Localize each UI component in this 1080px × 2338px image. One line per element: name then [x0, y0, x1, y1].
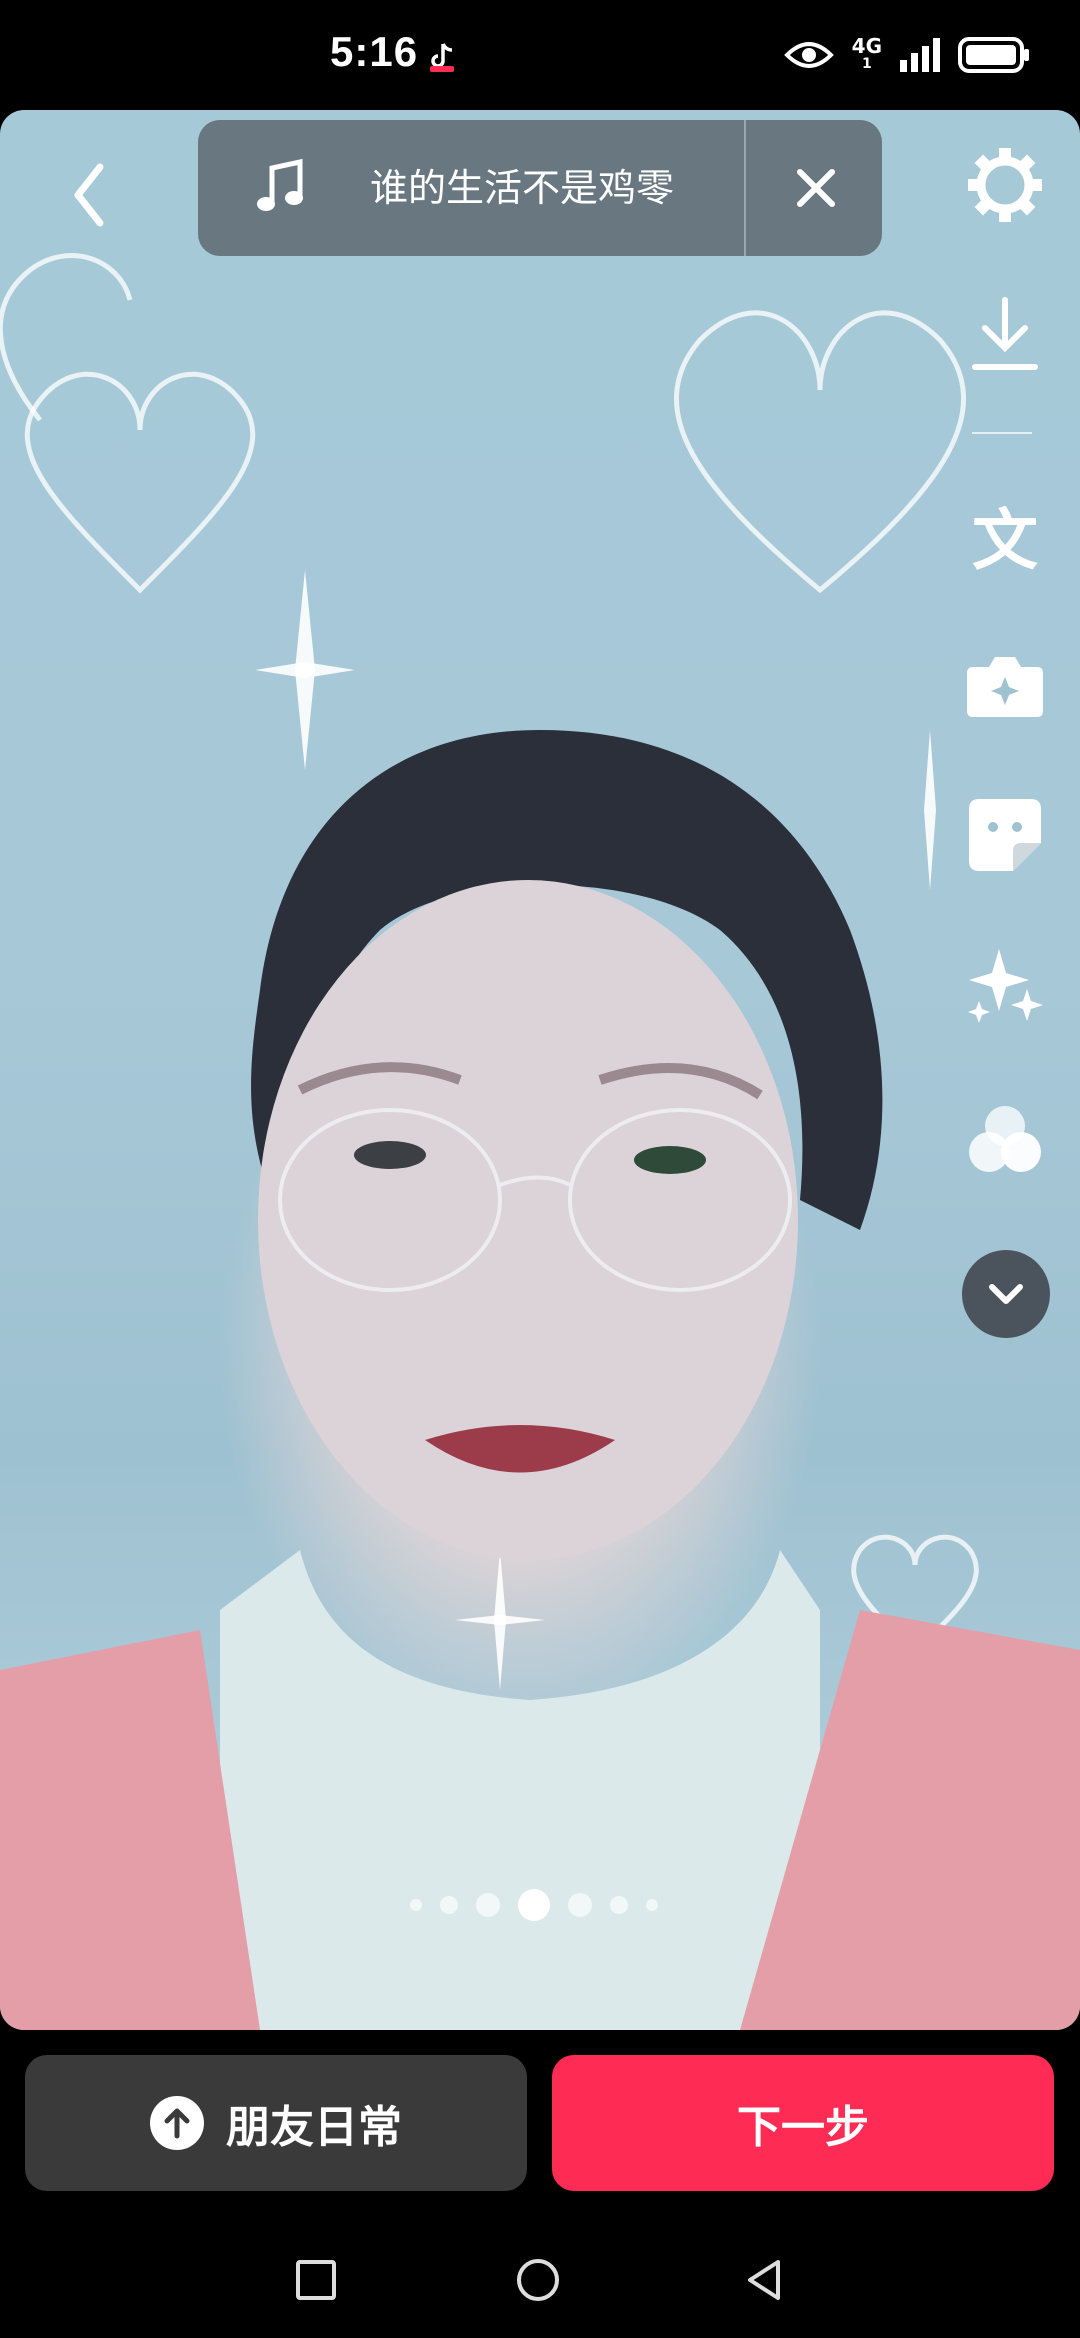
toolbar-divider	[972, 432, 1032, 434]
close-icon[interactable]	[788, 160, 844, 216]
back-nav-icon[interactable]	[742, 2258, 786, 2302]
system-nav-bar	[0, 2220, 1080, 2338]
page-dot	[410, 1899, 422, 1911]
music-title: 谁的生活不是鸡零	[370, 166, 675, 210]
status-bar: 5:16 4G 1	[0, 0, 1080, 110]
filters-icon	[969, 1106, 1041, 1172]
status-icons: 4G 1	[783, 30, 1030, 80]
page-dot	[476, 1893, 500, 1917]
download-button[interactable]	[960, 290, 1050, 380]
recents-icon[interactable]	[294, 2258, 338, 2302]
page-indicator	[410, 1889, 658, 1921]
filters-button[interactable]	[960, 1095, 1050, 1185]
settings-button[interactable]	[960, 140, 1050, 230]
next-step-button[interactable]: 下一步	[552, 2055, 1054, 2191]
post-daily-label: 朋友日常	[226, 2102, 402, 2153]
text-icon: 文	[972, 502, 1038, 579]
signal-icon	[900, 38, 940, 72]
eye-icon	[783, 42, 834, 68]
download-icon	[972, 297, 1038, 370]
page-dot	[646, 1899, 658, 1911]
status-time: 5:16	[330, 28, 419, 75]
text-tool-button[interactable]: 文	[960, 490, 1050, 580]
music-divider	[744, 120, 746, 256]
page-dot	[440, 1896, 458, 1914]
home-icon[interactable]	[516, 2258, 560, 2302]
page-dot	[610, 1896, 628, 1914]
effects-sparkle-icon	[968, 949, 1043, 1023]
post-daily-button[interactable]: 朋友日常	[25, 2055, 527, 2191]
video-frame-image	[0, 253, 1080, 2030]
network-type: 4G 1	[851, 34, 882, 73]
video-preview[interactable]: 谁的生活不是鸡零 文	[0, 110, 1080, 2030]
effects-button[interactable]	[960, 940, 1050, 1030]
battery-icon	[958, 37, 1029, 73]
back-icon[interactable]	[60, 155, 120, 235]
page-dot	[568, 1893, 592, 1917]
network-label: 4G	[851, 34, 882, 58]
camera-plus-icon	[967, 657, 1043, 717]
settings-icon	[968, 148, 1042, 222]
music-note-icon	[257, 158, 303, 211]
sticker-button[interactable]	[960, 790, 1050, 880]
upload-arrow-icon	[150, 2096, 204, 2150]
chevron-down-icon	[989, 1284, 1023, 1304]
camera-add-button[interactable]	[960, 640, 1050, 730]
page-dot-active	[518, 1889, 550, 1921]
tiktok-notification-icon	[430, 43, 454, 72]
next-step-label: 下一步	[737, 2102, 869, 2153]
music-selector[interactable]: 谁的生活不是鸡零	[198, 120, 882, 256]
sticker-icon	[969, 799, 1041, 871]
more-tools-button[interactable]	[962, 1250, 1050, 1338]
